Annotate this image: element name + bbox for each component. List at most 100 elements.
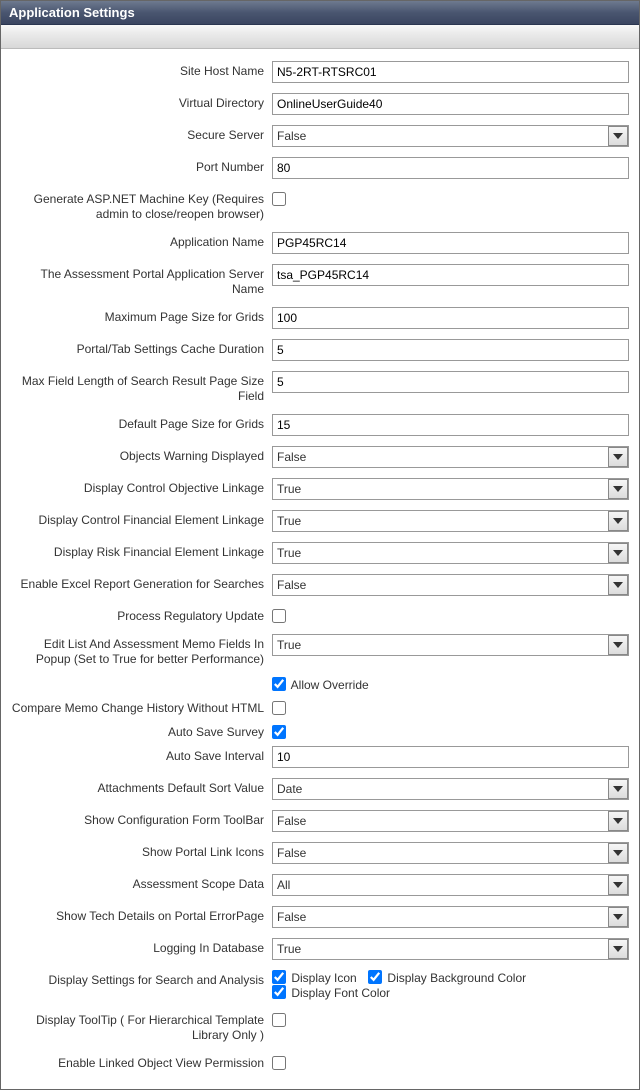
checkbox-enable-linked-obj-view[interactable] (272, 1056, 286, 1070)
chevron-down-icon[interactable] (608, 479, 628, 499)
select-logging-db-value: True (272, 938, 629, 960)
input-site-host-name[interactable] (272, 61, 629, 83)
label-logging-db: Logging In Database (7, 938, 272, 956)
select-secure-server-value: False (272, 125, 629, 147)
select-objects-warning[interactable]: False (272, 446, 629, 468)
label-max-page-size-grids: Maximum Page Size for Grids (7, 307, 272, 325)
checkbox-process-reg-update[interactable] (272, 609, 286, 623)
checkbox-allow-override[interactable] (272, 677, 286, 691)
select-excel-report[interactable]: False (272, 574, 629, 596)
row-application-name: Application Name (7, 232, 633, 254)
select-show-config-toolbar[interactable]: False (272, 810, 629, 832)
chevron-down-icon[interactable] (608, 126, 628, 146)
row-process-reg-update: Process Regulatory Update (7, 606, 633, 624)
checkbox-auto-save-survey[interactable] (272, 725, 286, 739)
checkbox-display-icon[interactable] (272, 970, 286, 984)
label-attachments-sort: Attachments Default Sort Value (7, 778, 272, 796)
row-assessment-server-name: The Assessment Portal Application Server… (7, 264, 633, 297)
label-default-page-size-grids: Default Page Size for Grids (7, 414, 272, 432)
input-virtual-directory[interactable] (272, 93, 629, 115)
select-attachments-sort[interactable]: Date (272, 778, 629, 800)
chevron-down-icon[interactable] (608, 447, 628, 467)
chevron-down-icon[interactable] (608, 635, 628, 655)
select-logging-db[interactable]: True (272, 938, 629, 960)
label-show-tech-error: Show Tech Details on Portal ErrorPage (7, 906, 272, 924)
input-max-field-len-search[interactable] (272, 371, 629, 393)
chevron-down-icon[interactable] (608, 575, 628, 595)
row-secure-server: Secure Server False (7, 125, 633, 147)
input-portal-tab-cache[interactable] (272, 339, 629, 361)
label-virtual-directory: Virtual Directory (7, 93, 272, 111)
form-body: Site Host Name Virtual Directory Secure … (1, 49, 639, 1089)
wrap-display-font[interactable]: Display Font Color (272, 986, 390, 1000)
label-display-bg: Display Background Color (387, 971, 526, 985)
row-ctrl-obj-link: Display Control Objective Linkage True (7, 478, 633, 500)
chevron-down-icon[interactable] (608, 875, 628, 895)
chevron-down-icon[interactable] (608, 511, 628, 531)
row-risk-fin-elem-link: Display Risk Financial Element Linkage T… (7, 542, 633, 564)
select-edit-list-memo-popup[interactable]: True (272, 634, 629, 656)
select-risk-fin-elem-link-value: True (272, 542, 629, 564)
checkbox-display-font[interactable] (272, 985, 286, 999)
select-ctrl-obj-link[interactable]: True (272, 478, 629, 500)
checkbox-generate-machine-key[interactable] (272, 192, 286, 206)
checkbox-display-tooltip-hier[interactable] (272, 1013, 286, 1027)
label-assessment-scope: Assessment Scope Data (7, 874, 272, 892)
select-show-portal-link-icons[interactable]: False (272, 842, 629, 864)
row-logging-db: Logging In Database True (7, 938, 633, 960)
input-assessment-server-name[interactable] (272, 264, 629, 286)
row-port-number: Port Number (7, 157, 633, 179)
wrap-allow-override[interactable]: Allow Override (272, 678, 369, 692)
select-show-tech-error[interactable]: False (272, 906, 629, 928)
select-assessment-scope[interactable]: All (272, 874, 629, 896)
label-auto-save-survey: Auto Save Survey (7, 722, 272, 740)
chevron-down-icon[interactable] (608, 543, 628, 563)
label-compare-memo-no-html: Compare Memo Change History Without HTML (7, 698, 272, 716)
wrap-display-bg[interactable]: Display Background Color (368, 971, 526, 985)
chevron-down-icon[interactable] (608, 811, 628, 831)
input-port-number[interactable] (272, 157, 629, 179)
select-ctrl-fin-elem-link-value: True (272, 510, 629, 532)
label-generate-machine-key: Generate ASP.NET Machine Key (Requires a… (7, 189, 272, 222)
label-port-number: Port Number (7, 157, 272, 175)
row-auto-save-survey: Auto Save Survey (7, 722, 633, 740)
input-max-page-size-grids[interactable] (272, 307, 629, 329)
checkbox-display-bg[interactable] (368, 970, 382, 984)
chevron-down-icon[interactable] (608, 843, 628, 863)
label-display-tooltip-hier: Display ToolTip ( For Hierarchical Templ… (7, 1010, 272, 1043)
select-secure-server[interactable]: False (272, 125, 629, 147)
select-assessment-scope-value: All (272, 874, 629, 896)
select-show-tech-error-value: False (272, 906, 629, 928)
chevron-down-icon[interactable] (608, 779, 628, 799)
chevron-down-icon[interactable] (608, 939, 628, 959)
row-display-settings-search: Display Settings for Search and Analysis… (7, 970, 633, 1000)
row-max-page-size-grids: Maximum Page Size for Grids (7, 307, 633, 329)
label-objects-warning: Objects Warning Displayed (7, 446, 272, 464)
input-default-page-size-grids[interactable] (272, 414, 629, 436)
label-allow-override-empty (7, 677, 272, 680)
select-risk-fin-elem-link[interactable]: True (272, 542, 629, 564)
chevron-down-icon[interactable] (608, 907, 628, 927)
wrap-display-icon[interactable]: Display Icon (272, 971, 360, 985)
row-assessment-scope: Assessment Scope Data All (7, 874, 633, 896)
row-auto-save-interval: Auto Save Interval (7, 746, 633, 768)
row-display-tooltip-hier: Display ToolTip ( For Hierarchical Templ… (7, 1010, 633, 1043)
row-excel-report: Enable Excel Report Generation for Searc… (7, 574, 633, 596)
select-ctrl-fin-elem-link[interactable]: True (272, 510, 629, 532)
row-compare-memo-no-html: Compare Memo Change History Without HTML (7, 698, 633, 716)
input-application-name[interactable] (272, 232, 629, 254)
row-virtual-directory: Virtual Directory (7, 93, 633, 115)
row-portal-tab-cache: Portal/Tab Settings Cache Duration (7, 339, 633, 361)
label-ctrl-obj-link: Display Control Objective Linkage (7, 478, 272, 496)
row-enable-linked-obj-view: Enable Linked Object View Permission (7, 1053, 633, 1071)
settings-window: Application Settings Site Host Name Virt… (0, 0, 640, 1090)
label-display-font: Display Font Color (291, 986, 390, 1000)
label-portal-tab-cache: Portal/Tab Settings Cache Duration (7, 339, 272, 357)
checkbox-compare-memo-no-html[interactable] (272, 701, 286, 715)
input-auto-save-interval[interactable] (272, 746, 629, 768)
select-objects-warning-value: False (272, 446, 629, 468)
select-ctrl-obj-link-value: True (272, 478, 629, 500)
label-ctrl-fin-elem-link: Display Control Financial Element Linkag… (7, 510, 272, 528)
row-default-page-size-grids: Default Page Size for Grids (7, 414, 633, 436)
row-attachments-sort: Attachments Default Sort Value Date (7, 778, 633, 800)
